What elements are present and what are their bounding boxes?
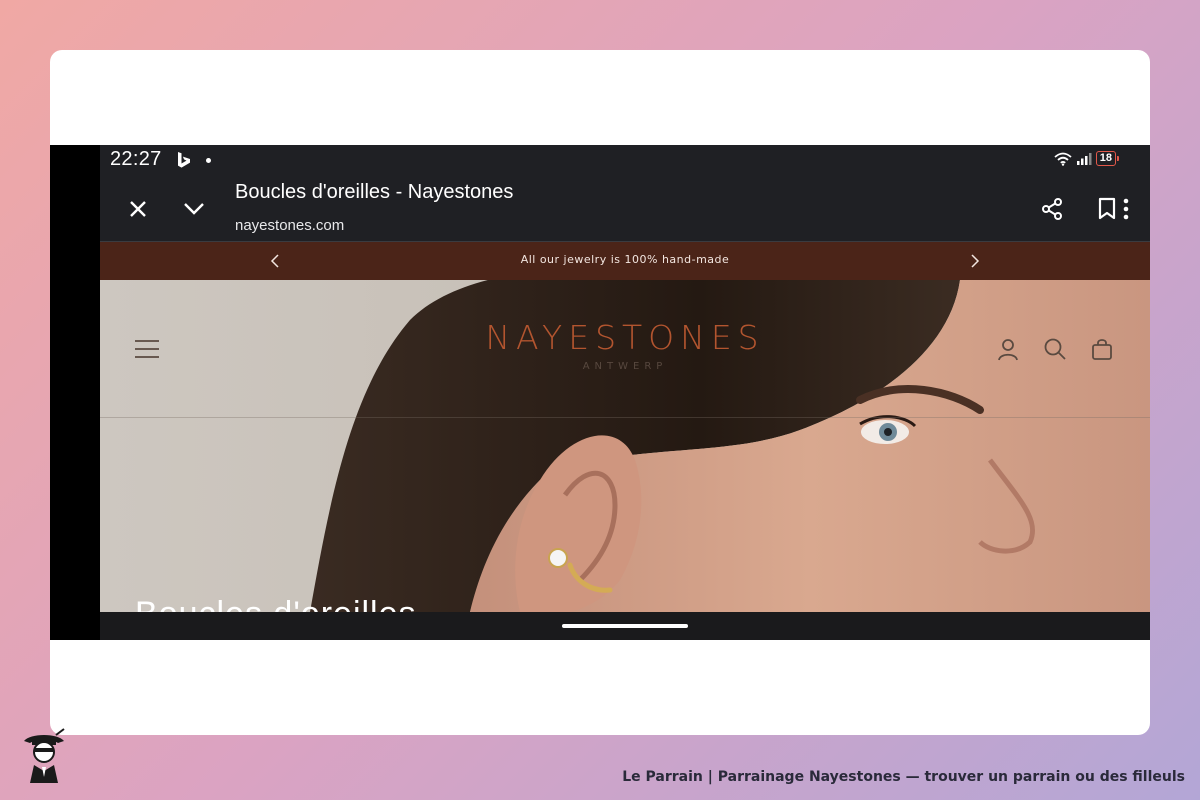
search-button[interactable]: [1041, 335, 1069, 363]
logo-wordmark: NAYESTONES: [485, 318, 765, 357]
more-options-button[interactable]: [1113, 195, 1139, 223]
search-icon: [1044, 338, 1066, 360]
status-bar: 22:27 18: [100, 145, 1150, 177]
account-button[interactable]: [994, 335, 1022, 363]
share-icon: [1042, 198, 1062, 220]
shopping-bag-icon: [1092, 339, 1112, 360]
close-tab-button[interactable]: [124, 195, 152, 223]
hero-banner: NAYESTONES ANTWERP: [100, 280, 1150, 612]
status-icons: 18: [1054, 151, 1120, 166]
footer-caption: Le Parrain | Parrainage Nayestones — tro…: [622, 769, 1185, 785]
site-header: NAYESTONES ANTWERP: [100, 280, 1150, 418]
notification-dot: [206, 158, 211, 163]
share-button[interactable]: [1038, 195, 1066, 223]
chevron-down-icon: [184, 203, 204, 215]
status-time: 22:27: [110, 148, 162, 170]
logo-subtitle: ANTWERP: [582, 361, 668, 372]
battery-icon: 18: [1095, 151, 1120, 166]
custom-tab-toolbar: Boucles d'oreilles - Nayestones nayeston…: [100, 177, 1150, 241]
account-icon: [998, 339, 1018, 361]
phone-screen: 22:27 18 Boucles d'oreilles - Nayestones…: [100, 145, 1150, 640]
phone-frame: 22:27 18 Boucles d'oreilles - Nayestones…: [50, 145, 1150, 640]
announcement-text: All our jewelry is 100% hand-made: [520, 253, 730, 266]
announcement-bar: All our jewelry is 100% hand-made: [100, 242, 1150, 280]
site-logo[interactable]: NAYESTONES ANTWERP: [100, 318, 1150, 372]
chevron-right-icon: [971, 254, 980, 268]
bing-icon: [178, 152, 190, 168]
le-parrain-mascot-icon: [24, 728, 65, 783]
page-title: Boucles d'oreilles - Nayestones: [235, 181, 514, 203]
minimize-tab-button[interactable]: [180, 195, 208, 223]
page-url[interactable]: nayestones.com: [235, 217, 344, 234]
more-vert-icon: [1123, 198, 1129, 220]
hero-heading: Boucles d'oreilles: [135, 595, 417, 612]
close-icon: [130, 201, 146, 217]
screenshot-card: 22:27 18 Boucles d'oreilles - Nayestones…: [50, 50, 1150, 735]
wifi-icon: [1054, 152, 1072, 166]
gesture-nav-bar: [100, 612, 1150, 640]
announcement-next-button[interactable]: [965, 251, 985, 271]
cart-button[interactable]: [1088, 335, 1116, 363]
signal-icon: [1076, 152, 1092, 165]
home-gesture-handle[interactable]: [562, 624, 688, 628]
